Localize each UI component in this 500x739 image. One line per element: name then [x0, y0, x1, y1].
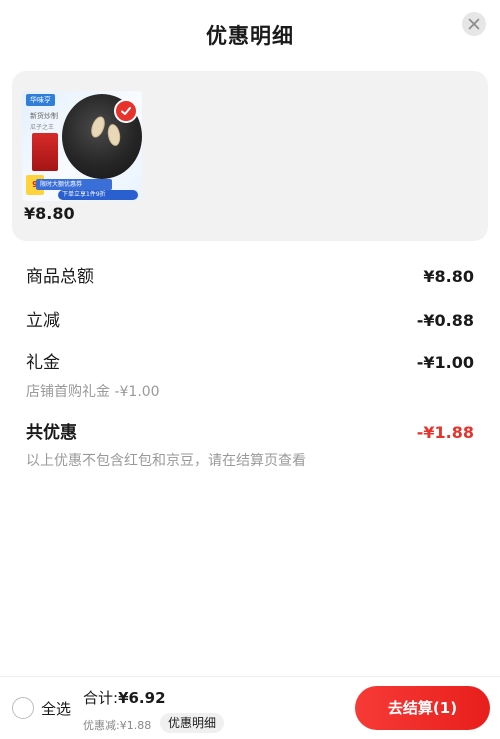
goods-total-value: ¥8.80	[423, 267, 474, 286]
header: 优惠明细	[0, 0, 500, 70]
promo-strip-1: 限时大额优惠券	[36, 179, 112, 190]
select-all-label[interactable]: 全选	[41, 698, 71, 719]
discount-detail-button[interactable]: 优惠明细	[160, 713, 225, 733]
discount-summary: 优惠减:¥1.88	[83, 719, 152, 732]
total-discount-value: -¥1.88	[416, 423, 474, 442]
gift-label: 礼金	[26, 353, 60, 373]
bottom-bar: 全选 合计:¥6.92 优惠减:¥1.88 优惠明细 去结算(1)	[0, 676, 500, 739]
close-button[interactable]	[462, 12, 486, 36]
product-card: 华味亨 新货炒制 瓜子之王 9 限时大额优惠券 下单立享1件9折	[12, 71, 488, 241]
instant-discount-label: 立减	[26, 311, 60, 331]
goods-total-row: 商品总额 ¥8.80	[26, 262, 474, 287]
close-icon	[468, 18, 480, 30]
gift-row: 礼金 -¥1.00	[26, 348, 474, 373]
gift-value: -¥1.00	[416, 353, 474, 372]
total-amount: ¥6.92	[118, 689, 166, 707]
discount-detail-sheet: 优惠明细 华味亨 新货炒制 瓜子之王 9 限时大额优惠券 下单立享1件9折 ¥8…	[0, 0, 500, 739]
instant-discount-value: -¥0.88	[416, 311, 474, 330]
select-all-radio[interactable]	[12, 697, 34, 719]
promo-strip-2: 下单立享1件9折	[58, 190, 138, 200]
selected-check-icon	[114, 99, 138, 123]
total-label: 合计:	[83, 689, 119, 707]
product-bag-graphic	[32, 133, 58, 171]
total-discount-row: 共优惠 -¥1.88	[26, 418, 474, 443]
instant-discount-row: 立减 -¥0.88	[26, 306, 474, 331]
product-image[interactable]: 华味亨 新货炒制 瓜子之王 9 限时大额优惠券 下单立享1件9折	[22, 91, 142, 201]
brand-tag: 华味亨	[26, 94, 55, 106]
gift-note: 店铺首购礼金 -¥1.00	[26, 384, 160, 400]
product-price: ¥8.80	[24, 204, 75, 223]
goods-total-label: 商品总额	[26, 267, 94, 287]
page-title: 优惠明细	[206, 24, 294, 48]
checkout-button[interactable]: 去结算(1)	[355, 686, 490, 730]
total-summary: 合计:¥6.92	[83, 687, 166, 708]
image-text-1: 新货炒制	[30, 112, 58, 120]
total-discount-label: 共优惠	[26, 423, 77, 443]
image-text-2: 瓜子之王	[30, 124, 55, 131]
disclaimer-note: 以上优惠不包含红包和京豆，请在结算页查看	[26, 453, 306, 469]
